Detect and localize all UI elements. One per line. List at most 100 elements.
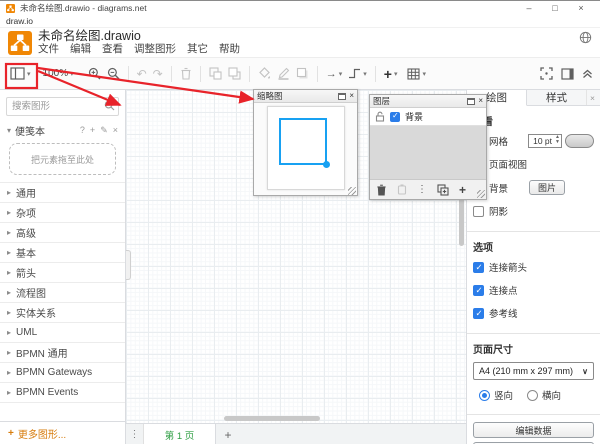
layers-panel[interactable]: 图层 × 背景 ⋮ [369, 94, 487, 200]
page-size-select[interactable]: A4 (210 mm x 297 mm) ∨ [473, 362, 594, 380]
spinner-down-icon[interactable]: ▼ [555, 140, 560, 145]
close-panel-icon[interactable]: × [478, 97, 483, 105]
minimize-panel-icon[interactable] [467, 97, 476, 105]
collapse-toolbar-icon[interactable] [582, 68, 593, 79]
sidebar-section-advanced[interactable]: ▸ 高级 [0, 222, 125, 242]
duplicate-layer-icon[interactable] [437, 183, 449, 196]
to-back-icon [228, 67, 241, 80]
redo-button[interactable]: ↷ [150, 66, 166, 82]
sidebar-section-bpmn-gateways[interactable]: ▸ BPMN Gateways [0, 362, 125, 382]
sidebar-section-misc[interactable]: ▸ 杂项 [0, 202, 125, 222]
minimize-button[interactable]: – [516, 3, 542, 13]
resize-grip-icon[interactable] [477, 190, 485, 198]
view-panels-button[interactable]: ▾ [7, 65, 34, 82]
scratchpad-header[interactable]: ▾ 便笺本 ? + ✎ × [0, 120, 125, 140]
fill-color-button[interactable] [255, 65, 274, 82]
menu-view[interactable]: 查看 [102, 43, 123, 56]
grid-size-input[interactable]: 10 pt ▲ ▼ [528, 134, 562, 148]
maximize-button[interactable]: □ [542, 3, 568, 13]
orientation-row: 竖向 横向 [479, 388, 594, 402]
background-image-button[interactable]: 图片 [529, 180, 566, 195]
menu-help[interactable]: 帮助 [219, 43, 240, 56]
plus-icon: + [383, 65, 392, 82]
zoom-dropdown[interactable]: 100% ▾ [40, 66, 77, 81]
sidebar-section-bpmn-events[interactable]: ▸ BPMN Events [0, 382, 125, 402]
more-shapes-button[interactable]: + 更多图形... [0, 421, 125, 444]
sidebar-section-uml[interactable]: ▸ UML [0, 322, 125, 342]
search-shapes-input[interactable] [6, 97, 119, 116]
shadow-button[interactable] [293, 65, 312, 82]
connection-points-checkbox[interactable] [473, 284, 484, 296]
format-panel-toggle-icon[interactable] [561, 67, 574, 80]
delete-layer-icon[interactable] [376, 184, 387, 196]
scratchpad-edit-icon[interactable]: ✎ [100, 125, 108, 136]
table-button[interactable]: ▾ [404, 66, 429, 82]
sidebar-section-bpmn-general[interactable]: ▸ BPMN 通用 [0, 342, 125, 362]
outline-panel[interactable]: 缩略图 × [253, 89, 358, 196]
caret-down-icon: ▾ [70, 70, 74, 78]
close-panel-icon[interactable]: × [349, 92, 354, 100]
layers-panel-titlebar[interactable]: 图层 × [370, 95, 486, 108]
document-title[interactable]: 未命名绘图.drawio [38, 29, 240, 43]
guides-checkbox[interactable] [473, 307, 484, 319]
insert-button[interactable]: + ▾ [381, 66, 401, 82]
sidebar-collapse-handle[interactable] [126, 250, 131, 280]
scratchpad-dropzone[interactable]: 把元素拖至此处 [9, 143, 116, 175]
grid-color-swatch[interactable] [565, 134, 594, 148]
to-back-button[interactable] [225, 65, 244, 82]
horizontal-scrollbar[interactable] [224, 416, 320, 421]
shadow-checkbox[interactable] [473, 205, 484, 217]
menu-edit[interactable]: 编辑 [70, 43, 91, 56]
tab-style[interactable]: 样式 [527, 90, 587, 105]
outline-panel-title: 缩略图 [257, 91, 283, 101]
format-panel-close-icon[interactable]: × [590, 90, 600, 105]
outline-panel-titlebar[interactable]: 缩略图 × [254, 90, 357, 103]
fullscreen-icon[interactable] [540, 67, 553, 80]
add-page-button[interactable]: + [216, 424, 240, 444]
add-layer-icon[interactable]: + [459, 183, 466, 197]
connection-style-button[interactable]: → ▾ [323, 66, 346, 82]
scratchpad-close-icon[interactable]: × [113, 125, 118, 136]
outline-viewport[interactable] [279, 118, 327, 165]
drawing-canvas[interactable]: 缩略图 × 图层 × ✓ 背景 ⋮ + [126, 89, 487, 423]
layer-menu-icon[interactable]: ⋮ [417, 184, 427, 195]
edit-layer-icon[interactable] [397, 184, 407, 195]
sidebar-section-er[interactable]: ▸ 实体关系 [0, 302, 125, 322]
edit-data-button[interactable]: 编辑数据 [473, 422, 594, 438]
lock-open-icon[interactable] [375, 111, 385, 122]
page-view-row: 页面视图 [473, 157, 594, 171]
page-tab-1[interactable]: 第 1 页 [144, 424, 216, 444]
scratchpad-add-icon[interactable]: + [90, 125, 95, 136]
resize-grip-icon[interactable] [348, 187, 356, 195]
menu-extras[interactable]: 其它 [187, 43, 208, 56]
zoom-in-button[interactable] [85, 65, 104, 82]
section-label: 流程图 [16, 289, 47, 300]
toolbar-separator [127, 65, 129, 82]
scratchpad-help-icon[interactable]: ? [80, 125, 85, 136]
menu-file[interactable]: 文件 [38, 43, 59, 56]
outline-viewport-handle[interactable] [323, 161, 330, 168]
app-menu[interactable]: draw.io [0, 15, 600, 28]
sidebar-section-flowchart[interactable]: ▸ 流程图 [0, 282, 125, 302]
undo-button[interactable]: ↶ [134, 66, 150, 82]
portrait-radio[interactable]: 竖向 [479, 388, 513, 402]
to-front-button[interactable] [206, 65, 225, 82]
layer-visibility-checkbox[interactable] [390, 111, 400, 122]
minimize-panel-icon[interactable] [338, 92, 347, 100]
line-color-icon [278, 67, 290, 80]
connection-arrows-checkbox[interactable] [473, 261, 484, 273]
close-button[interactable]: × [568, 3, 594, 13]
menu-arrange[interactable]: 调整图形 [134, 43, 176, 56]
outline-preview[interactable] [254, 103, 357, 196]
delete-button[interactable] [177, 65, 195, 82]
language-globe-icon[interactable] [579, 31, 592, 44]
sidebar-section-arrows[interactable]: ▸ 箭头 [0, 262, 125, 282]
line-color-button[interactable] [274, 65, 293, 82]
sidebar-section-basic[interactable]: ▸ 基本 [0, 242, 125, 262]
zoom-out-button[interactable] [104, 65, 123, 82]
sidebar-section-general[interactable]: ▸ 通用 [0, 182, 125, 202]
layer-row-background[interactable]: 背景 [370, 108, 486, 126]
pages-menu-icon[interactable]: ⋮ [126, 424, 144, 444]
waypoint-style-button[interactable]: ▾ [345, 66, 370, 81]
landscape-radio[interactable]: 横向 [527, 388, 561, 402]
